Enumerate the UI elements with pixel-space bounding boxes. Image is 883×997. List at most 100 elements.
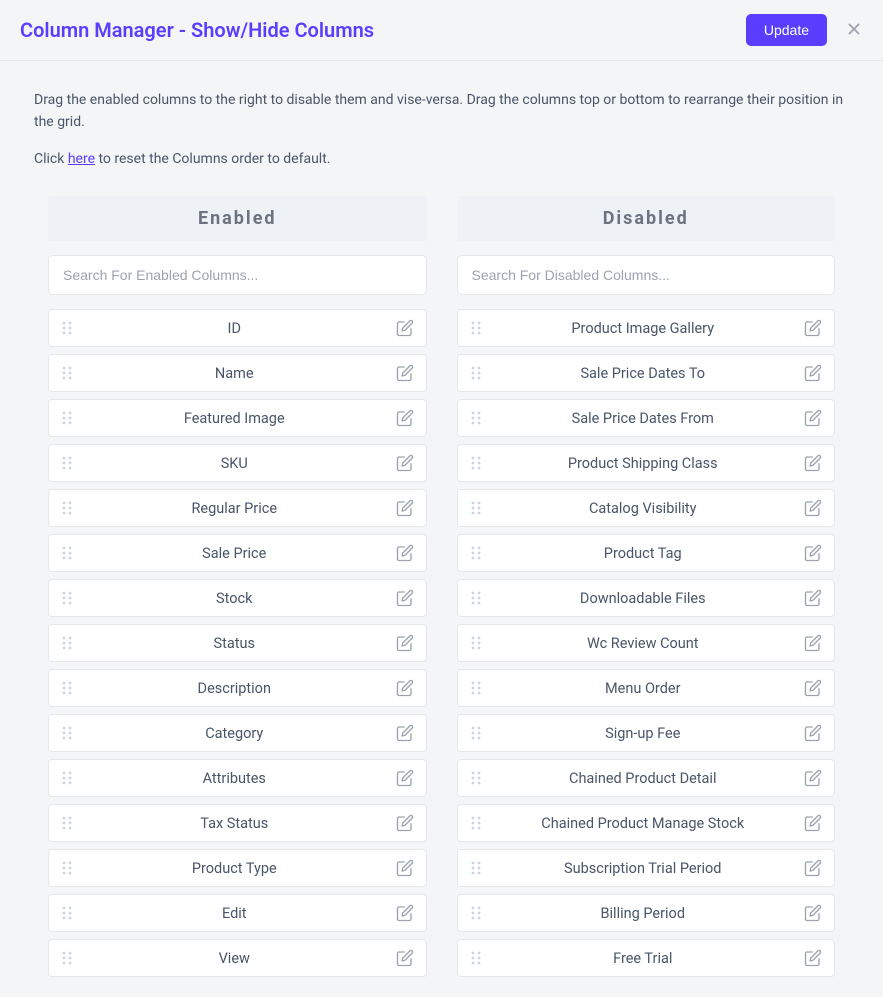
edit-icon[interactable] [396, 589, 414, 607]
edit-icon[interactable] [804, 949, 822, 967]
list-item[interactable]: Regular Price [48, 489, 427, 527]
list-item[interactable]: Sale Price Dates From [457, 399, 836, 437]
edit-icon[interactable] [396, 814, 414, 832]
edit-icon[interactable] [396, 319, 414, 337]
list-item[interactable]: Chained Product Detail [457, 759, 836, 797]
edit-icon[interactable] [396, 724, 414, 742]
list-item[interactable]: Featured Image [48, 399, 427, 437]
close-button[interactable] [845, 20, 863, 41]
edit-icon[interactable] [396, 499, 414, 517]
list-item[interactable]: Sale Price [48, 534, 427, 572]
list-item[interactable]: Subscription Trial Period [457, 849, 836, 887]
drag-handle-icon[interactable] [470, 365, 482, 381]
list-item[interactable]: View [48, 939, 427, 977]
item-label: Subscription Trial Period [482, 860, 805, 877]
drag-handle-icon[interactable] [470, 635, 482, 651]
drag-handle-icon[interactable] [61, 455, 73, 471]
drag-handle-icon[interactable] [61, 725, 73, 741]
drag-handle-icon[interactable] [61, 860, 73, 876]
list-item[interactable]: ID [48, 309, 427, 347]
drag-handle-icon[interactable] [61, 410, 73, 426]
list-item[interactable]: Edit [48, 894, 427, 932]
drag-handle-icon[interactable] [470, 725, 482, 741]
list-item[interactable]: Chained Product Manage Stock [457, 804, 836, 842]
edit-icon[interactable] [804, 364, 822, 382]
list-item[interactable]: Attributes [48, 759, 427, 797]
list-item[interactable]: Status [48, 624, 427, 662]
drag-handle-icon[interactable] [61, 680, 73, 696]
edit-icon[interactable] [804, 814, 822, 832]
edit-icon[interactable] [804, 724, 822, 742]
edit-icon[interactable] [804, 499, 822, 517]
list-item[interactable]: Billing Period [457, 894, 836, 932]
edit-icon[interactable] [396, 679, 414, 697]
drag-handle-icon[interactable] [61, 500, 73, 516]
drag-handle-icon[interactable] [470, 860, 482, 876]
list-item[interactable]: Catalog Visibility [457, 489, 836, 527]
list-item[interactable]: Category [48, 714, 427, 752]
edit-icon[interactable] [804, 409, 822, 427]
list-item[interactable]: Menu Order [457, 669, 836, 707]
list-item[interactable]: Sign-up Fee [457, 714, 836, 752]
drag-handle-icon[interactable] [470, 455, 482, 471]
edit-icon[interactable] [396, 544, 414, 562]
list-item[interactable]: Free Trial [457, 939, 836, 977]
drag-handle-icon[interactable] [61, 770, 73, 786]
edit-icon[interactable] [804, 769, 822, 787]
drag-handle-icon[interactable] [470, 680, 482, 696]
list-item[interactable]: Downloadable Files [457, 579, 836, 617]
edit-icon[interactable] [396, 769, 414, 787]
enabled-column: Enabled IDNameFeatured ImageSKURegular P… [48, 196, 427, 977]
list-item[interactable]: Tax Status [48, 804, 427, 842]
drag-handle-icon[interactable] [470, 320, 482, 336]
item-label: Status [73, 635, 396, 652]
drag-handle-icon[interactable] [470, 950, 482, 966]
update-button[interactable]: Update [746, 14, 827, 46]
drag-handle-icon[interactable] [61, 950, 73, 966]
drag-handle-icon[interactable] [470, 770, 482, 786]
edit-icon[interactable] [804, 544, 822, 562]
list-item[interactable]: Description [48, 669, 427, 707]
edit-icon[interactable] [804, 589, 822, 607]
drag-handle-icon[interactable] [61, 320, 73, 336]
drag-handle-icon[interactable] [61, 635, 73, 651]
list-item[interactable]: Product Shipping Class [457, 444, 836, 482]
drag-handle-icon[interactable] [470, 590, 482, 606]
edit-icon[interactable] [396, 949, 414, 967]
edit-icon[interactable] [804, 454, 822, 472]
list-item[interactable]: Product Tag [457, 534, 836, 572]
drag-handle-icon[interactable] [470, 545, 482, 561]
drag-handle-icon[interactable] [470, 410, 482, 426]
list-item[interactable]: Name [48, 354, 427, 392]
edit-icon[interactable] [396, 364, 414, 382]
list-item[interactable]: Wc Review Count [457, 624, 836, 662]
drag-handle-icon[interactable] [470, 500, 482, 516]
drag-handle-icon[interactable] [61, 545, 73, 561]
edit-icon[interactable] [396, 409, 414, 427]
disabled-search-input[interactable] [457, 255, 836, 295]
edit-icon[interactable] [804, 904, 822, 922]
drag-handle-icon[interactable] [61, 365, 73, 381]
list-item[interactable]: Product Type [48, 849, 427, 887]
edit-icon[interactable] [396, 634, 414, 652]
edit-icon[interactable] [804, 679, 822, 697]
drag-handle-icon[interactable] [470, 815, 482, 831]
edit-icon[interactable] [804, 859, 822, 877]
edit-icon[interactable] [396, 859, 414, 877]
drag-handle-icon[interactable] [61, 590, 73, 606]
enabled-search-input[interactable] [48, 255, 427, 295]
list-item[interactable]: SKU [48, 444, 427, 482]
edit-icon[interactable] [396, 454, 414, 472]
enabled-list[interactable]: ID Name Featured Image SKU Regular Price Sale… [48, 309, 427, 977]
list-item[interactable]: Stock [48, 579, 427, 617]
intro-text-2: Click here to reset the Columns order to… [34, 148, 849, 170]
edit-icon[interactable] [804, 319, 822, 337]
edit-icon[interactable] [804, 634, 822, 652]
edit-icon[interactable] [396, 904, 414, 922]
disabled-list[interactable]: Product Image Gallery Sale Price Dates To… [457, 309, 836, 977]
reset-link[interactable]: here [68, 151, 95, 167]
drag-handle-icon[interactable] [61, 815, 73, 831]
list-item[interactable]: Sale Price Dates To [457, 354, 836, 392]
header-actions: Update [746, 14, 863, 46]
list-item[interactable]: Product Image Gallery [457, 309, 836, 347]
